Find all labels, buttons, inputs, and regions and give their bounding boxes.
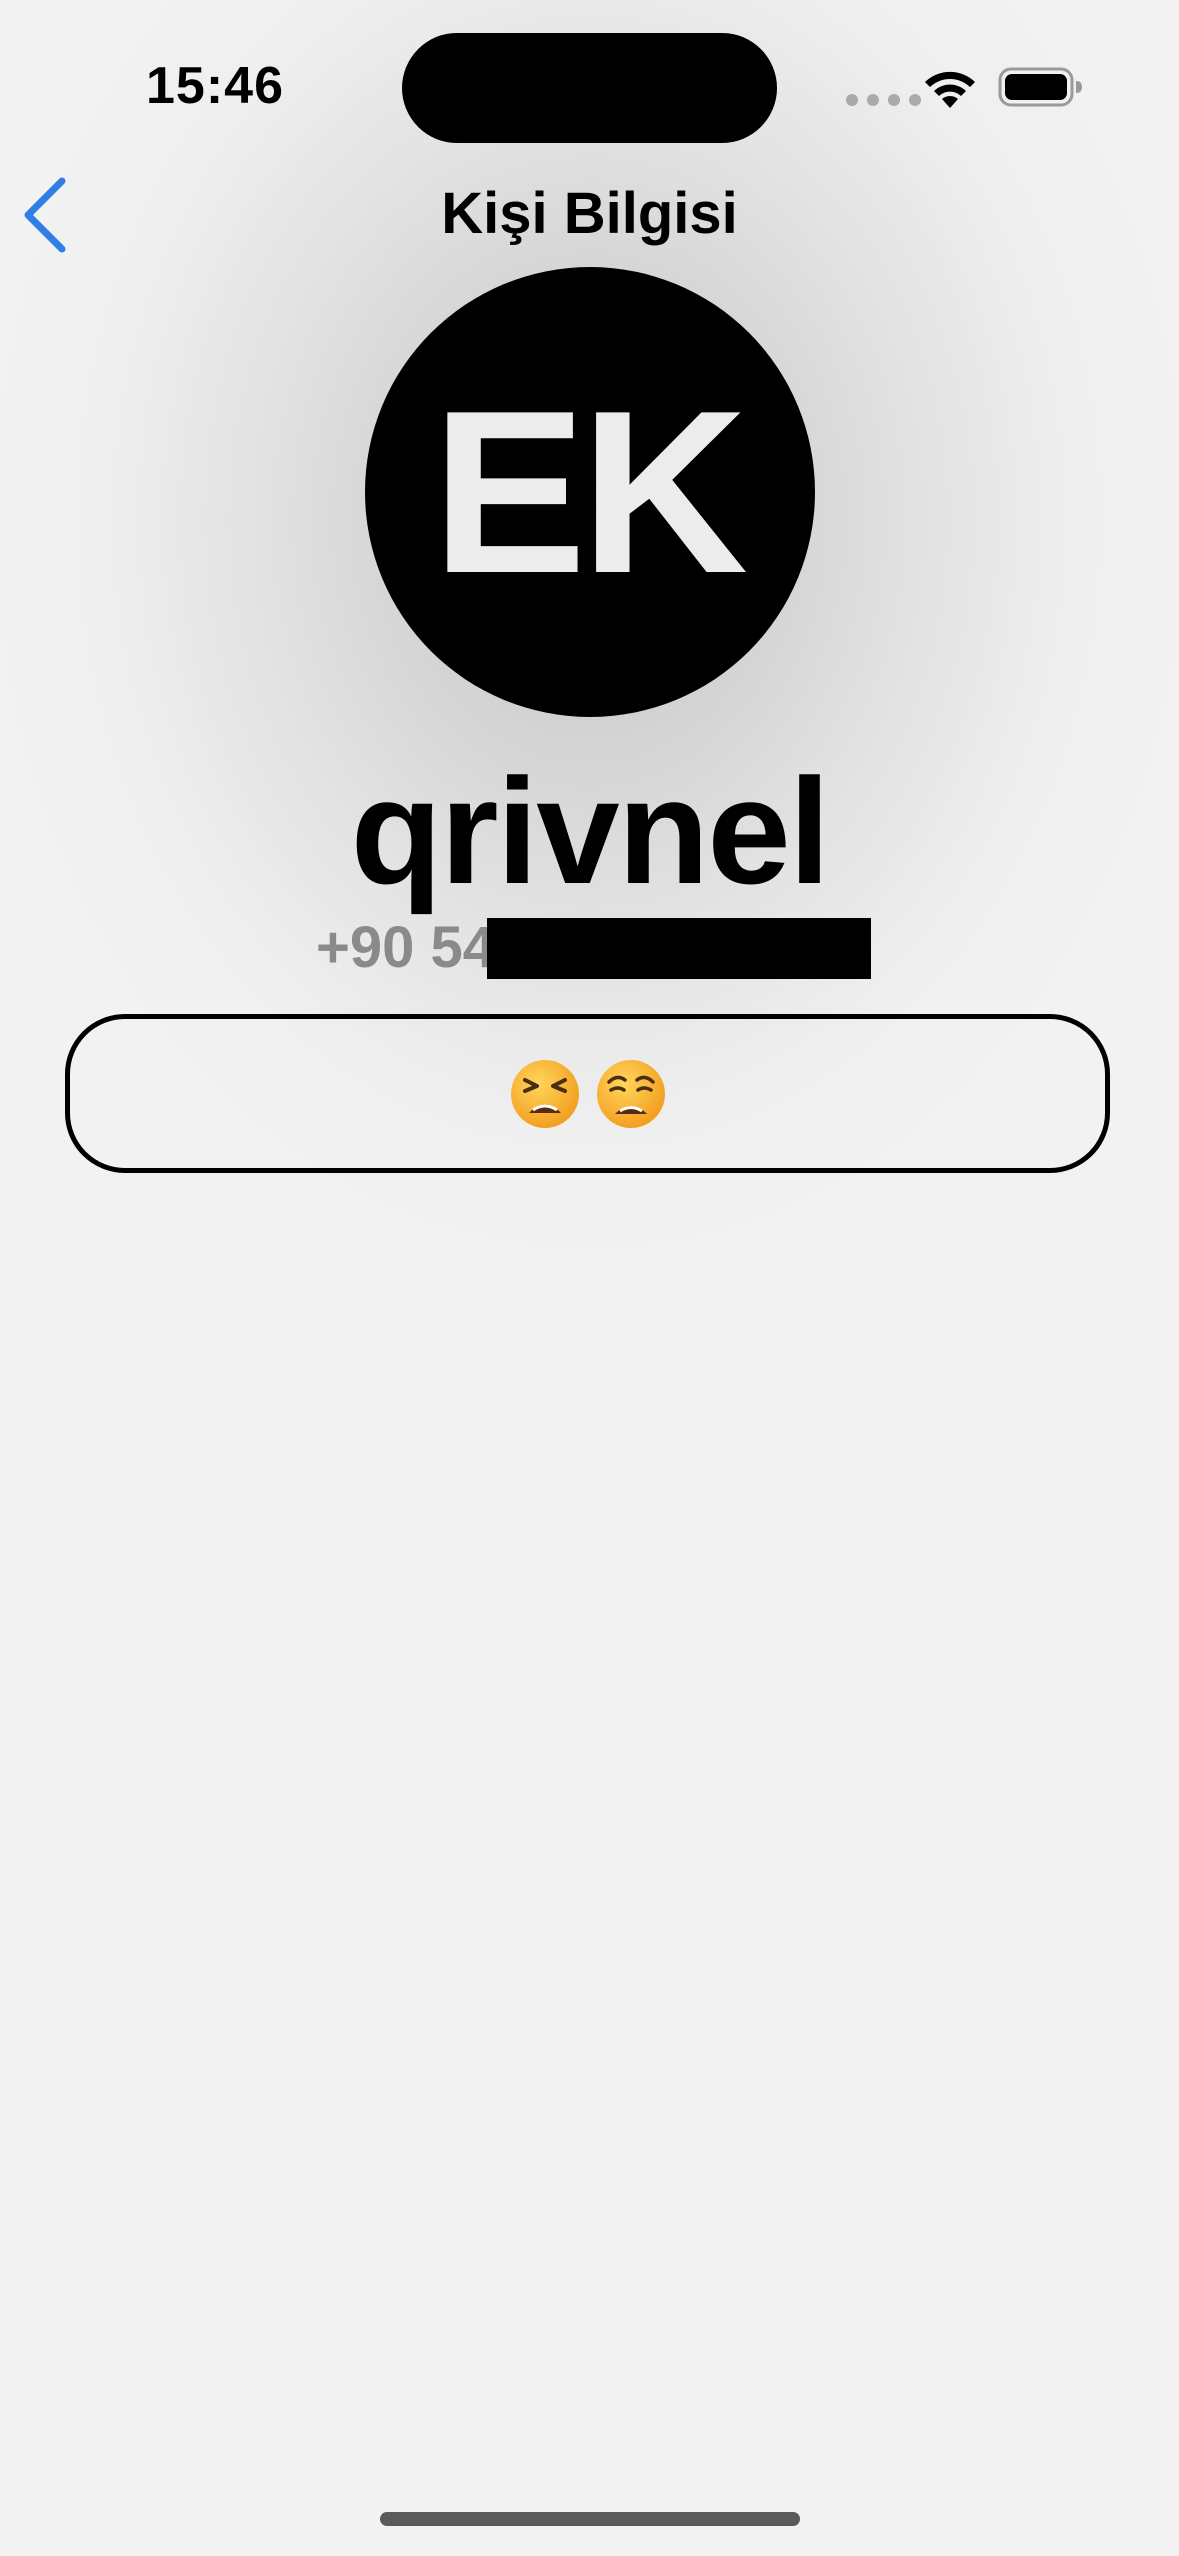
avatar-initials: EK <box>431 362 748 622</box>
redaction-bar <box>487 918 871 979</box>
contact-name: qrivnel <box>350 747 831 915</box>
phone-number-row[interactable]: +90 54 <box>316 914 495 980</box>
weary-face-emoji <box>596 1059 665 1128</box>
wifi-icon <box>925 71 975 108</box>
signal-dots-icon <box>846 94 921 106</box>
dynamic-island <box>402 33 777 143</box>
tired-face-emoji <box>510 1059 579 1128</box>
avatar: EK <box>365 267 815 717</box>
home-indicator[interactable] <box>380 2512 800 2526</box>
phone-number: +90 54 <box>316 914 496 980</box>
status-time: 15:46 <box>146 57 284 115</box>
battery-icon <box>998 67 1082 107</box>
page-title: Kişi Bilgisi <box>441 181 738 246</box>
status-box[interactable] <box>65 1014 1110 1173</box>
